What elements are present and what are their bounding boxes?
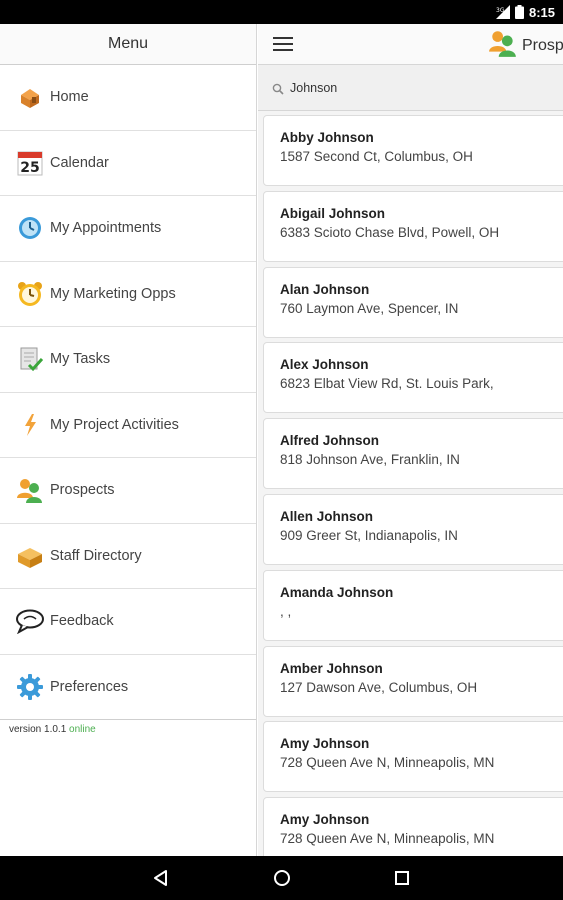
prospects-icon	[15, 475, 45, 505]
prospect-name: Allen Johnson	[280, 508, 374, 524]
search-icon	[272, 82, 284, 95]
menu-item-preferences[interactable]: Preferences	[0, 655, 256, 720]
app-bar: Prosp	[258, 24, 563, 65]
menu-item-my-appointments[interactable]: My Appointments	[0, 196, 256, 262]
tasks-icon	[15, 344, 45, 374]
prospect-address: 909 Greer St, Indianapolis, IN	[280, 527, 458, 543]
status-time: 8:15	[528, 4, 555, 20]
prospect-address: 6383 Scioto Chase Blvd, Powell, OH	[280, 224, 500, 240]
menu-item-feedback[interactable]: Feedback	[0, 589, 256, 655]
drawer-title: Menu	[0, 24, 256, 65]
prospect-name: Abigail Johnson	[280, 205, 386, 221]
status-bar: 3G 8:15	[0, 0, 563, 24]
feedback-icon	[15, 606, 45, 636]
prospect-address: , ,	[280, 603, 292, 619]
menu-label-calendar: Calendar	[50, 154, 109, 171]
page-title: Prosp	[522, 36, 563, 54]
menu-label-my-project-activities: My Project Activities	[50, 416, 179, 433]
menu-item-prospects[interactable]: Prospects	[0, 458, 256, 524]
signal-icon: 3G	[495, 5, 510, 19]
version-label: version 1.0.1	[9, 724, 67, 735]
gear-icon	[15, 672, 45, 702]
svg-text:3G: 3G	[496, 7, 505, 14]
list-item[interactable]: Abby Johnson 1587 Second Ct, Columbus, O…	[263, 115, 563, 186]
prospect-name: Abby Johnson	[280, 130, 374, 145]
app-bar-brand: Prosp	[488, 28, 563, 63]
prospect-address: 818 Johnson Ave, Franklin, IN	[280, 452, 460, 468]
menu-label-prospects: Prospects	[50, 482, 115, 499]
system-navigation-bar	[0, 856, 563, 900]
menu-item-my-tasks[interactable]: My Tasks	[0, 327, 256, 393]
menu-label-preferences: Preferences	[50, 678, 129, 695]
calendar-icon: 25	[15, 148, 45, 178]
connection-status: online	[69, 724, 96, 735]
prospect-address: 728 Queen Ave N, Minneapolis, MN	[280, 831, 495, 847]
menu-item-home[interactable]: Home	[0, 65, 256, 131]
list-item[interactable]: Amy Johnson 728 Queen Ave N, Minneapolis…	[263, 721, 563, 793]
navigation-drawer: Menu Home 25 Calendar My Appointments My…	[0, 24, 257, 856]
prospect-address: 6823 Elbat View Rd, St. Louis Park,	[280, 376, 494, 392]
svg-text:25: 25	[20, 160, 39, 176]
list-item[interactable]: Amber Johnson 127 Dawson Ave, Columbus, …	[263, 645, 563, 717]
list-item[interactable]: Amy Johnson 728 Queen Ave N, Minneapolis…	[263, 797, 563, 856]
menu-label-my-appointments: My Appointments	[50, 220, 162, 237]
menu-label-feedback: Feedback	[50, 613, 114, 630]
list-item[interactable]: Amanda Johnson , ,	[263, 569, 563, 641]
home-button-icon[interactable]	[272, 868, 292, 888]
version-info: version 1.0.1 online	[0, 720, 256, 735]
prospect-name: Alfred Johnson	[280, 433, 380, 449]
list-item[interactable]: Alan Johnson 760 Laymon Ave, Spencer, IN	[263, 266, 563, 338]
menu-label-home: Home	[50, 89, 89, 106]
main-panel: Prosp Abby Johnson 1587 Second Ct, Colum…	[258, 24, 563, 856]
menu-item-calendar[interactable]: 25 Calendar	[0, 131, 256, 196]
menu-item-my-marketing-opps[interactable]: My Marketing Opps	[0, 262, 256, 327]
prospect-address: 1587 Second Ct, Columbus, OH	[280, 149, 473, 164]
prospect-address: 728 Queen Ave N, Minneapolis, MN	[280, 755, 495, 771]
prospect-name: Amber Johnson	[280, 660, 383, 676]
prospect-address: 760 Laymon Ave, Spencer, IN	[280, 300, 459, 316]
status-icons: 3G 8:15	[495, 4, 555, 20]
alarm-clock-icon	[15, 279, 45, 309]
list-item[interactable]: Abigail Johnson 6383 Scioto Chase Blvd, …	[263, 190, 563, 262]
prospect-name: Alan Johnson	[280, 281, 370, 297]
prospect-name: Alex Johnson	[280, 357, 369, 373]
menu-item-staff-directory[interactable]: Staff Directory	[0, 524, 256, 589]
recent-apps-icon[interactable]	[392, 868, 412, 888]
back-icon[interactable]	[151, 868, 171, 888]
list-item[interactable]: Alex Johnson 6823 Elbat View Rd, St. Lou…	[263, 342, 563, 414]
prospect-name: Amy Johnson	[280, 812, 370, 828]
list-item[interactable]: Allen Johnson 909 Greer St, Indianapolis…	[263, 493, 563, 565]
menu-label-staff-directory: Staff Directory	[50, 547, 142, 564]
home-icon	[15, 82, 45, 112]
list-item[interactable]: Alfred Johnson 818 Johnson Ave, Franklin…	[263, 418, 563, 490]
menu-label-my-tasks: My Tasks	[50, 351, 111, 368]
prospect-name: Amanda Johnson	[280, 584, 394, 600]
prospects-icon	[488, 28, 518, 63]
prospect-address: 127 Dawson Ave, Columbus, OH	[280, 679, 478, 695]
search-bar	[258, 65, 563, 111]
menu-label-my-marketing-opps: My Marketing Opps	[50, 285, 176, 302]
menu-item-my-project-activities[interactable]: My Project Activities	[0, 393, 256, 458]
battery-icon	[514, 5, 524, 19]
results-list: Abby Johnson 1587 Second Ct, Columbus, O…	[258, 111, 563, 856]
appointments-icon	[15, 213, 45, 243]
staff-directory-icon	[15, 541, 45, 571]
prospect-name: Amy Johnson	[280, 736, 370, 752]
search-input[interactable]	[290, 80, 530, 95]
project-activities-icon	[15, 410, 45, 440]
menu-list: Home 25 Calendar My Appointments My Mark…	[0, 65, 256, 720]
hamburger-menu-icon[interactable]	[273, 37, 293, 51]
